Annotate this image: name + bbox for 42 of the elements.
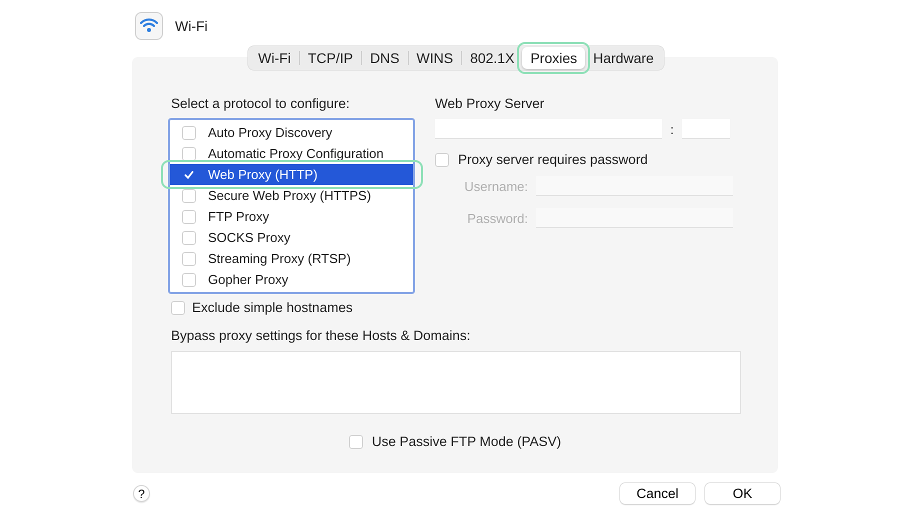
tab[interactable]: DNS: [362, 47, 408, 69]
protocol-item[interactable]: Automatic Proxy Configuration: [170, 143, 413, 164]
tab[interactable]: 802.1X: [462, 47, 522, 69]
exclude-hostnames-label: Exclude simple hostnames: [192, 300, 353, 315]
checkbox[interactable]: [435, 152, 449, 166]
port-field[interactable]: [682, 119, 730, 139]
checkbox[interactable]: [171, 300, 185, 314]
checkbox[interactable]: [182, 146, 196, 160]
wifi-icon: [135, 12, 163, 40]
protocol-item[interactable]: Streaming Proxy (RTSP): [170, 248, 413, 269]
protocol-item[interactable]: SOCKS Proxy: [170, 227, 413, 248]
protocol-item[interactable]: Gopher Proxy: [170, 269, 413, 290]
bypass-field[interactable]: [171, 351, 741, 414]
server-field[interactable]: [435, 119, 662, 139]
password-option-label: Proxy server requires password: [458, 152, 648, 167]
username-label: Username:: [463, 178, 528, 194]
checkbox[interactable]: [182, 210, 196, 224]
checkbox[interactable]: [182, 272, 196, 286]
tab[interactable]: WINS: [408, 47, 462, 69]
protocol-item[interactable]: Secure Web Proxy (HTTPS): [170, 185, 413, 206]
tab[interactable]: Hardware: [585, 47, 662, 69]
passive-ftp-label: Use Passive FTP Mode (PASV): [372, 434, 562, 449]
protocol-item[interactable]: FTP Proxy: [170, 206, 413, 227]
dialog-button[interactable]: OK: [705, 483, 780, 504]
tab[interactable]: Proxies: [522, 47, 586, 69]
checkbox[interactable]: [348, 434, 363, 448]
tab[interactable]: Wi-Fi: [250, 47, 299, 69]
bypass-label: Bypass proxy settings for these Hosts & Domains:: [171, 328, 472, 343]
tab[interactable]: TCP/IP: [300, 47, 361, 69]
server-label: Web Proxy Server: [435, 96, 546, 111]
port-separator: :: [669, 122, 675, 136]
help-button[interactable]: ?: [133, 485, 150, 502]
protocol-item[interactable]: Auto Proxy Discovery: [170, 122, 413, 143]
window-title: Wi-Fi: [175, 18, 208, 34]
dialog-button[interactable]: Cancel: [620, 483, 695, 504]
checkbox[interactable]: [182, 252, 196, 266]
password-label: Password:: [466, 210, 528, 226]
protocol-label: Select a protocol to configure:: [171, 96, 351, 111]
protocol-item[interactable]: Web Proxy (HTTP): [170, 164, 413, 185]
checkbox[interactable]: [182, 188, 196, 202]
checkbox[interactable]: [182, 230, 196, 244]
checkbox[interactable]: [182, 126, 196, 140]
